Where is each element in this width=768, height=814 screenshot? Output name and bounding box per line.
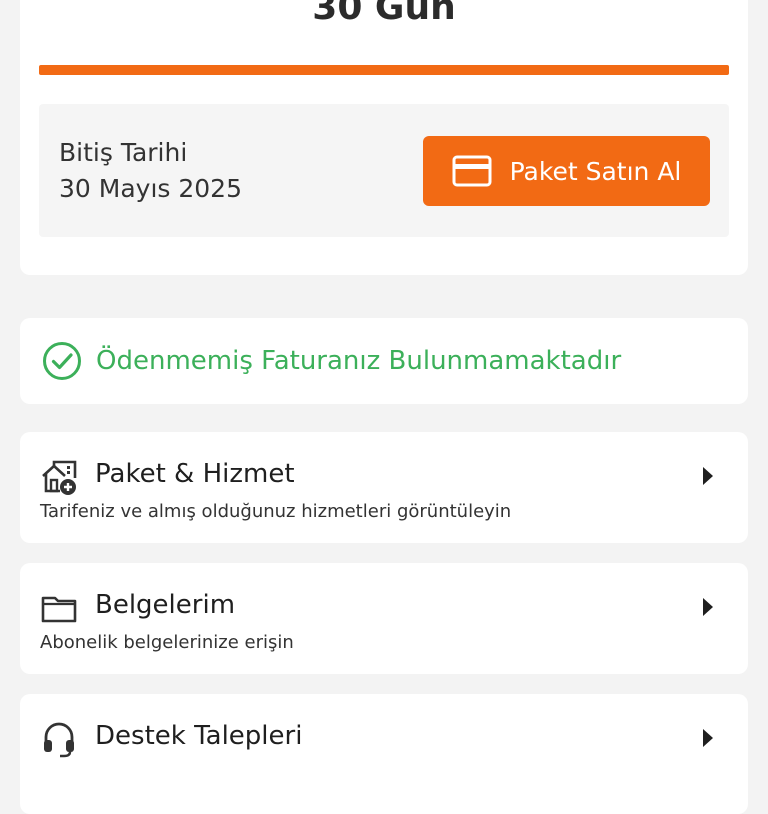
menu-title: Belgelerim [95, 590, 236, 620]
expiry-date: 30 Mayıs 2025 [59, 174, 242, 203]
expiry-box: Bitiş Tarihi 30 Mayıs 2025 Paket Satın A… [39, 104, 729, 237]
menu-title: Paket & Hizmet [95, 459, 295, 489]
package-card: 30 Gün Bitiş Tarihi 30 Mayıs 2025 Paket … [20, 0, 748, 275]
buy-package-label: Paket Satın Al [509, 156, 682, 186]
menu-title: Destek Talepleri [95, 721, 303, 751]
package-progress-bar [39, 65, 729, 75]
menu-item-documents[interactable]: Belgelerim Abonelik belgelerinize erişin [20, 563, 748, 674]
chevron-right-icon [702, 728, 714, 748]
headset-icon [40, 720, 78, 758]
chevron-right-icon [702, 597, 714, 617]
credit-card-icon [452, 155, 492, 187]
invoice-status-text: Ödenmemiş Faturanız Bulunmamaktadır [96, 346, 622, 376]
folder-icon [40, 589, 78, 627]
check-circle-icon [42, 341, 82, 381]
home-add-icon [40, 458, 78, 496]
menu-item-package-service[interactable]: Paket & Hizmet Tarifeniz ve almış olduğu… [20, 432, 748, 543]
invoice-status-card: Ödenmemiş Faturanız Bulunmamaktadır [20, 318, 748, 404]
buy-package-button[interactable]: Paket Satın Al [423, 136, 710, 206]
package-progress-fill [39, 65, 729, 75]
menu-description: Tarifeniz ve almış olduğunuz hizmetleri … [40, 501, 512, 522]
menu-item-support-requests[interactable]: Destek Talepleri [20, 694, 748, 814]
menu-description: Abonelik belgelerinize erişin [40, 632, 294, 653]
remaining-days: 30 Gün [312, 0, 456, 28]
chevron-right-icon [702, 466, 714, 486]
expiry-label: Bitiş Tarihi [59, 138, 188, 167]
